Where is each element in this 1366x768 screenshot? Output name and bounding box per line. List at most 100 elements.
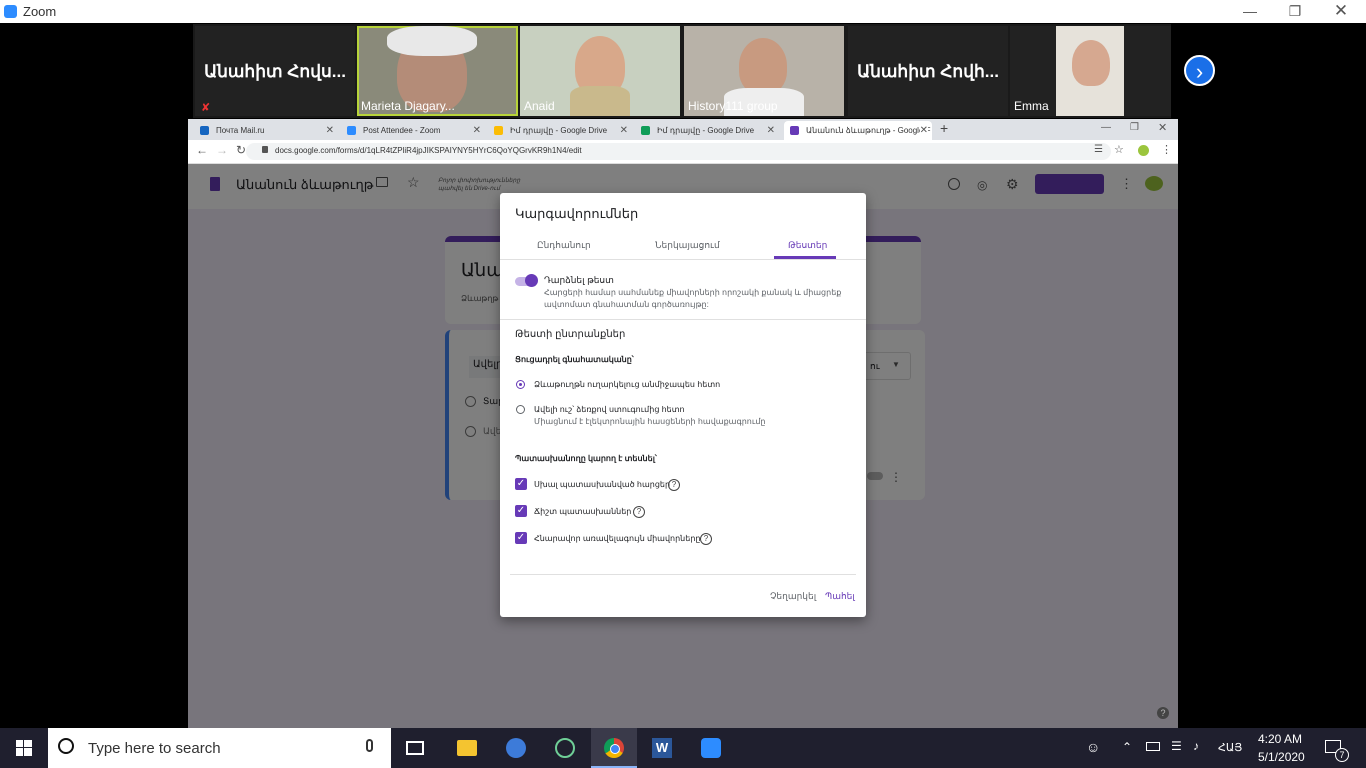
participant-name: Անահիտ Հովս... [204,62,346,81]
make-quiz-label: Դարձնել թեստ [544,275,614,285]
show-hidden-icons[interactable]: ⌃ [1122,740,1132,754]
release-later-note: Միացնում է էլեկտրոնային հասցեների հավաքա… [534,417,766,426]
close-button[interactable]: ✕ [1321,2,1361,20]
volume-icon[interactable]: ♪ [1193,739,1199,753]
tab-close-icon[interactable]: ✕ [620,121,628,140]
chrome-icon-center [610,744,620,754]
tab-mail[interactable]: Почта Mail.ru ✕ [194,121,338,140]
participant-tile[interactable]: Anaid [520,26,680,116]
google-forms-icon [790,126,799,135]
point-values-label: Հնարավոր առավելագույն միավորները [534,534,701,543]
address-bar: ← → ↻ docs.google.com/forms/d/1qLR4tZPli… [188,140,1178,164]
tab-forms[interactable]: Անանուն ձևաթուղթ - Google F ✕ [784,121,932,140]
missed-questions-label: Սխալ պատասխանված հարցեր [534,480,671,489]
participant-tile[interactable]: Marieta Djagary... [357,26,518,116]
zoom-icon [347,126,356,135]
tab-quizzes[interactable]: Թեստեր [788,240,827,251]
zoom-titlebar: Zoom — ❐ ✕ [0,0,1366,23]
chrome-window: Почта Mail.ru ✕ Post Attendee - Zoom ✕ Ի… [188,119,1178,728]
file-explorer-icon[interactable] [457,740,477,756]
toggle-knob [525,274,538,287]
missed-questions-checkbox[interactable]: ✓ [515,478,527,490]
minimize-button[interactable]: — [1230,2,1270,20]
tab-close-icon[interactable]: ✕ [919,121,928,140]
clock-date[interactable]: 5/1/2020 [1258,750,1305,764]
back-icon[interactable]: ← [196,143,208,157]
restore-button[interactable]: ❐ [1275,2,1315,20]
tab-drive-1[interactable]: Իմ դրայվը - Google Drive ✕ [488,121,632,140]
tab-drive-2[interactable]: Իմ դրայվը - Google Drive ✕ [635,121,779,140]
tab-zoom[interactable]: Post Attendee - Zoom ✕ [341,121,485,140]
mail-icon [200,126,209,135]
participant-face [1072,40,1110,86]
browser-restore-button[interactable]: ❐ [1130,122,1139,133]
menu-icon[interactable]: ⋮ [1161,143,1172,156]
bookmark-star-icon[interactable]: ☆ [1114,143,1124,156]
participant-tile[interactable]: Emma [1010,26,1171,116]
tab-label: Почта Mail.ru [216,126,265,135]
people-icon[interactable]: ☺ [1086,739,1100,755]
participant-video [739,38,787,94]
browser-icon[interactable] [506,738,526,758]
help-circle-icon[interactable]: ? [700,533,712,545]
google-drive-icon [494,126,503,135]
help-icon[interactable]: ? [1157,707,1169,719]
divider [500,319,866,320]
zoom-app-icon[interactable] [701,738,721,758]
browser-close-button[interactable]: ✕ [1158,121,1167,134]
battery-icon[interactable] [1146,742,1160,751]
release-grade-heading: Ցուցադրել գնահատականը՝ [515,355,634,364]
correct-answers-label: Ճիշտ պատասխաններ [534,507,632,516]
participant-tile[interactable]: History111 group [684,26,844,116]
translate-icon[interactable]: ☰ [1094,144,1103,155]
next-page-button[interactable]: › [1184,55,1215,86]
search-placeholder: Type here to search [88,740,221,757]
make-quiz-desc-1: Հարցերի համար սահմանեք միավորների որոշակ… [544,288,842,297]
mic-muted-icon: ✘ [201,102,211,114]
cancel-button[interactable]: Չեղարկել [770,591,816,602]
divider [500,259,866,260]
tab-close-icon[interactable]: ✕ [767,121,775,140]
participant-name: Emma [1014,99,1049,113]
cortana-icon [58,738,74,754]
wifi-icon[interactable]: ☰ [1171,739,1182,753]
reload-icon[interactable]: ↻ [236,143,246,157]
microphone-icon[interactable] [366,739,373,752]
task-view-icon[interactable] [406,741,424,755]
participant-tile[interactable]: Անահիտ Հովս... ✘ [195,26,355,116]
save-button[interactable]: Պահել [825,591,855,602]
dialog-title: Կարգավորումներ [515,206,639,221]
google-drive-icon [641,126,650,135]
help-circle-icon[interactable]: ? [668,479,680,491]
url-text[interactable]: docs.google.com/forms/d/1qLR4tZPliR4jpJI… [275,146,582,155]
forward-icon[interactable]: → [216,143,228,157]
point-values-checkbox[interactable]: ✓ [515,532,527,544]
correct-answers-checkbox[interactable]: ✓ [515,505,527,517]
tab-presentation[interactable]: Ներկայացում [655,240,720,251]
quiz-options-heading: Թեստի ընտրանքներ [515,329,626,340]
word-icon[interactable]: W [652,738,672,758]
browser-minimize-button[interactable]: — [1101,122,1111,133]
tab-close-icon[interactable]: ✕ [473,121,481,140]
clock-time[interactable]: 4:20 AM [1258,732,1302,746]
release-immediately-radio[interactable] [516,380,525,389]
tab-general[interactable]: Ընդհանուր [537,240,591,251]
input-language[interactable]: ՀԱՅ [1218,741,1242,754]
tab-bar: Почта Mail.ru ✕ Post Attendee - Zoom ✕ Ի… [188,119,1178,140]
windows-start-icon[interactable] [16,740,32,756]
participant-tile[interactable]: Անահիտ Հովհ... [848,26,1008,116]
new-tab-button[interactable]: + [940,120,948,136]
tab-close-icon[interactable]: ✕ [326,121,334,140]
tab-label: Post Attendee - Zoom [363,126,441,135]
taskbar-search[interactable]: Type here to search [48,728,391,768]
participant-strip: Անահիտ Հովս... ✘ Marieta Djagary... Anai… [193,24,1171,118]
atom-icon[interactable] [555,738,575,758]
release-later-radio[interactable] [516,405,525,414]
help-circle-icon[interactable]: ? [633,506,645,518]
extension-icon[interactable] [1138,145,1149,156]
chrome-taskbar-slot[interactable] [591,728,637,768]
participant-name: Anaid [524,99,555,113]
divider [510,574,856,575]
release-later-label: Ավելի ուշ՝ ձեռքով ստուգումից հետո [534,405,685,414]
settings-dialog: Կարգավորումներ Ընդհանուր Ներկայացում Թես… [500,193,866,617]
